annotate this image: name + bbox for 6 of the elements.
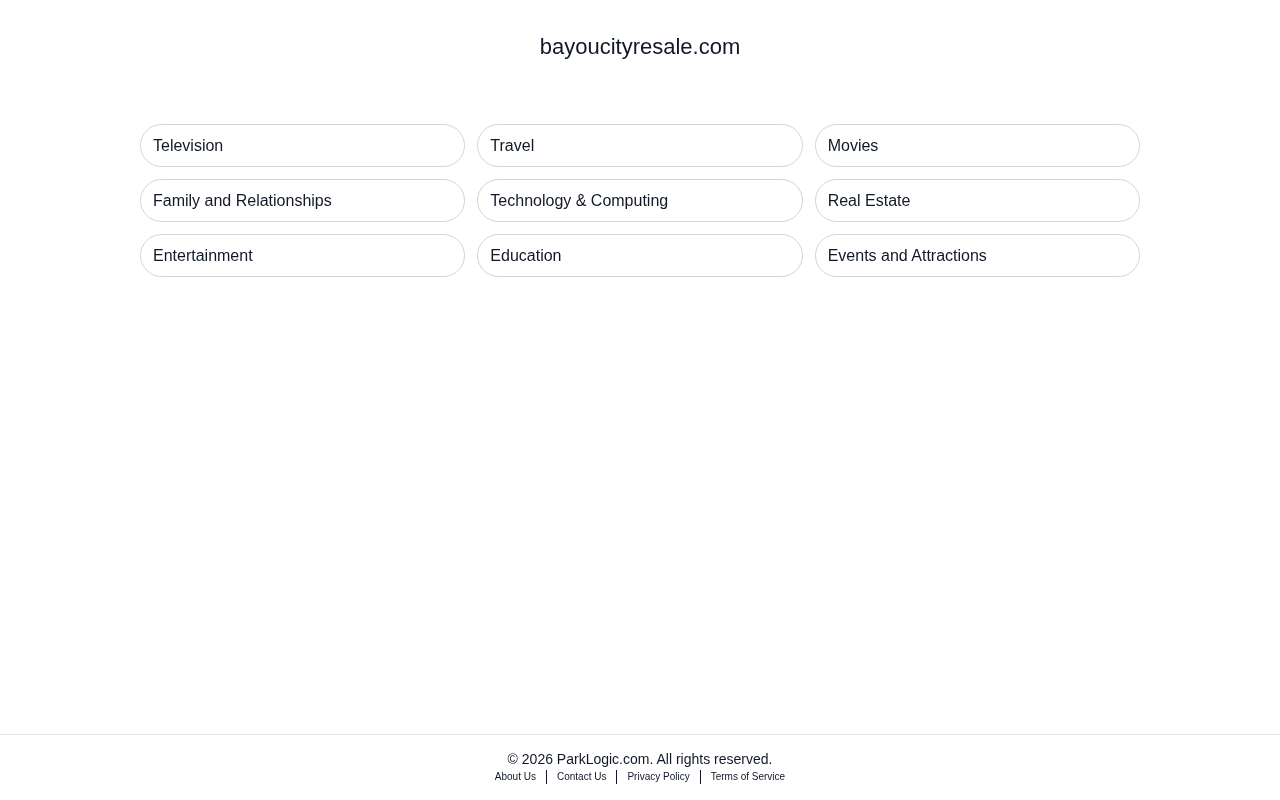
footer-link[interactable]: Privacy Policy <box>616 770 700 784</box>
copyright-text: © 2026 ParkLogic.com. All rights reserved. <box>507 750 773 768</box>
footer-link[interactable]: Contact Us <box>545 770 617 784</box>
footer-link[interactable]: Terms of Service <box>699 770 796 784</box>
site-title: bayoucityresale.com <box>539 33 741 61</box>
footer-link[interactable]: About Us <box>484 770 546 784</box>
